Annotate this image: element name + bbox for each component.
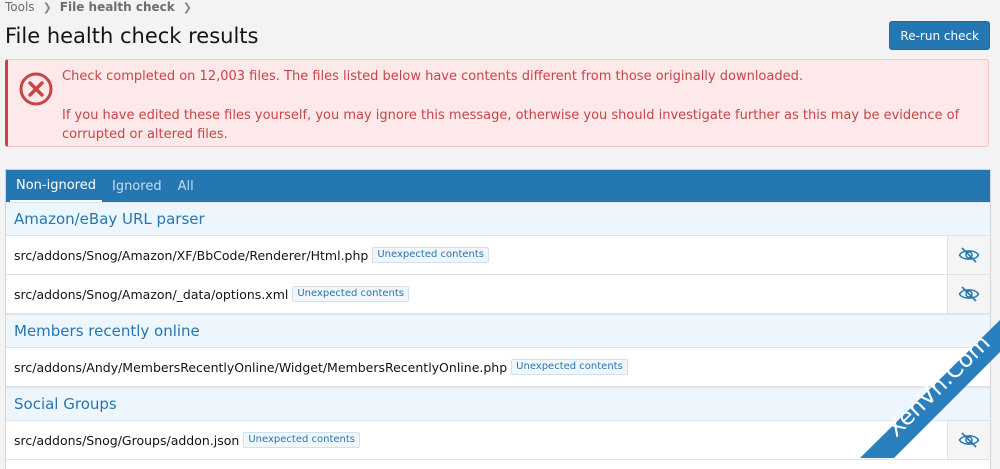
eye-slash-icon (958, 247, 980, 263)
alert-message-summary: Check completed on 12,003 files. The fil… (62, 69, 803, 84)
breadcrumb: Tools ❯ File health check ❯ (5, 0, 200, 14)
file-path: src/addons/Snog/Amazon/_data/options.xml (14, 286, 289, 302)
page-title: File health check results (5, 24, 259, 48)
error-alert: Check completed on 12,003 files. The fil… (5, 59, 989, 147)
group-header-social-groups: Social Groups (6, 387, 990, 421)
file-path: src/addons/Andy/MembersRecentlyOnline/Wi… (14, 359, 508, 375)
eye-slash-icon (958, 286, 980, 302)
tab-ignored[interactable]: Ignored (106, 170, 168, 202)
file-check-results-block: Non-ignored Ignored All Amazon/eBay URL … (5, 169, 991, 469)
file-path: src/addons/Snog/Amazon/XF/BbCode/Rendere… (14, 247, 369, 263)
breadcrumb-item-file-health-check[interactable]: File health check (60, 0, 175, 14)
ignore-file-button[interactable] (947, 421, 990, 459)
chevron-right-icon: ❯ (182, 0, 192, 14)
results-tabs: Non-ignored Ignored All (6, 170, 990, 202)
breadcrumb-item-tools[interactable]: Tools (5, 0, 35, 14)
file-path: src/addons/Snog/Groups/addon.json (14, 432, 240, 448)
group-header-members-recently-online: Members recently online (6, 314, 990, 348)
file-row: src/addons/Andy/MembersRecentlyOnline/Wi… (6, 348, 990, 387)
ignore-file-button[interactable] (947, 275, 990, 313)
rerun-check-button[interactable]: Re-run check (889, 21, 990, 50)
unexpected-contents-badge: Unexpected contents (511, 359, 628, 375)
ignore-file-button[interactable] (947, 236, 990, 274)
unexpected-contents-badge: Unexpected contents (372, 247, 489, 263)
file-row: src/addons/Snog/Amazon/_data/options.xml… (6, 275, 990, 314)
group-header-amazon-ebay: Amazon/eBay URL parser (6, 202, 990, 236)
alert-message-detail: If you have edited these files yourself,… (62, 108, 960, 142)
file-row: src/addons/Snog/Amazon/XF/BbCode/Rendere… (6, 236, 990, 275)
tab-all[interactable]: All (172, 170, 200, 202)
error-x-circle-icon (19, 72, 53, 106)
file-row: src/addons/Snog/Groups/addon.json Unexpe… (6, 421, 990, 460)
unexpected-contents-badge: Unexpected contents (243, 432, 360, 448)
tab-non-ignored[interactable]: Non-ignored (10, 170, 102, 202)
eye-slash-icon (958, 432, 980, 448)
chevron-right-icon: ❯ (42, 0, 52, 14)
unexpected-contents-badge: Unexpected contents (292, 286, 409, 302)
